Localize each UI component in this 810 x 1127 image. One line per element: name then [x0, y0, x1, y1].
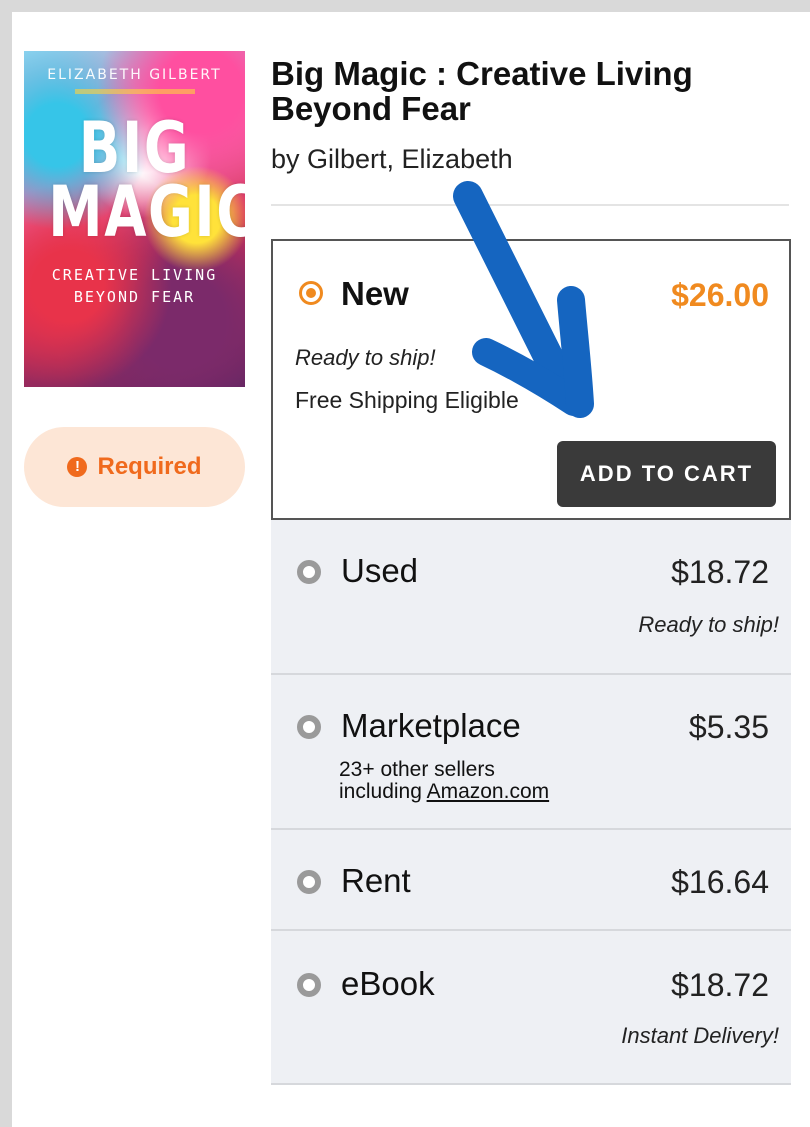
radio-used[interactable]	[297, 560, 321, 584]
option-marketplace-label: Marketplace	[341, 707, 521, 744]
book-cover-image[interactable]: ELIZABETH GILBERT BIG MAGIC CREATIVE LIV…	[24, 51, 245, 387]
cover-title-line2: MAGIC	[48, 171, 245, 253]
cover-tagline-line1: CREATIVE LIVING	[51, 266, 218, 284]
divider	[271, 204, 789, 206]
option-ebook-label: eBook	[341, 965, 435, 1002]
required-label: Required	[97, 453, 202, 480]
product-panel: ELIZABETH GILBERT BIG MAGIC CREATIVE LIV…	[12, 12, 810, 1127]
required-badge: ! Required	[24, 427, 245, 507]
marketplace-including-prefix: including	[339, 780, 427, 803]
product-byline: by Gilbert, Elizabeth	[271, 144, 513, 174]
option-ebook-note: Instant Delivery!	[621, 1023, 779, 1048]
marketplace-sellers-count: 23+ other sellers	[339, 758, 495, 781]
radio-new[interactable]	[299, 281, 323, 305]
radio-rent[interactable]	[297, 870, 321, 894]
option-new-shipping: Free Shipping Eligible	[295, 387, 519, 413]
option-rent-price: $16.64	[671, 864, 769, 900]
option-used[interactable]: Used $18.72 Ready to ship!	[271, 520, 791, 675]
radio-marketplace[interactable]	[297, 715, 321, 739]
option-new-note: Ready to ship!	[295, 345, 436, 370]
option-ebook-price: $18.72	[671, 967, 769, 1003]
marketplace-sellers-including: including Amazon.com	[339, 781, 549, 803]
cover-tagline-line2: BEYOND FEAR	[73, 288, 196, 306]
option-new-label: New	[341, 275, 409, 312]
option-used-price: $18.72	[671, 554, 769, 590]
option-used-label: Used	[341, 552, 419, 589]
option-ebook[interactable]: eBook $18.72 Instant Delivery!	[271, 931, 791, 1085]
cover-author: ELIZABETH GILBERT	[47, 67, 222, 83]
option-rent[interactable]: Rent $16.64	[271, 830, 791, 931]
option-rent-label: Rent	[341, 862, 411, 899]
exclamation-circle-icon: !	[67, 457, 88, 477]
option-marketplace[interactable]: Marketplace $5.35 23+ other sellers incl…	[271, 675, 791, 830]
option-marketplace-price: $5.35	[688, 709, 769, 745]
option-new-price: $26.00	[671, 277, 769, 313]
product-title: Big Magic : Creative Living Beyond Fear	[271, 55, 693, 127]
add-to-cart-button[interactable]: ADD TO CART	[557, 441, 776, 507]
marketplace-sellers: 23+ other sellers including Amazon.com	[339, 759, 549, 803]
option-new[interactable]: New $26.00 Ready to ship! Free Shipping …	[271, 239, 791, 520]
option-used-note: Ready to ship!	[638, 612, 779, 637]
radio-ebook[interactable]	[297, 973, 321, 997]
amazon-link[interactable]: Amazon.com	[427, 780, 550, 803]
cover-decoration	[74, 89, 195, 94]
